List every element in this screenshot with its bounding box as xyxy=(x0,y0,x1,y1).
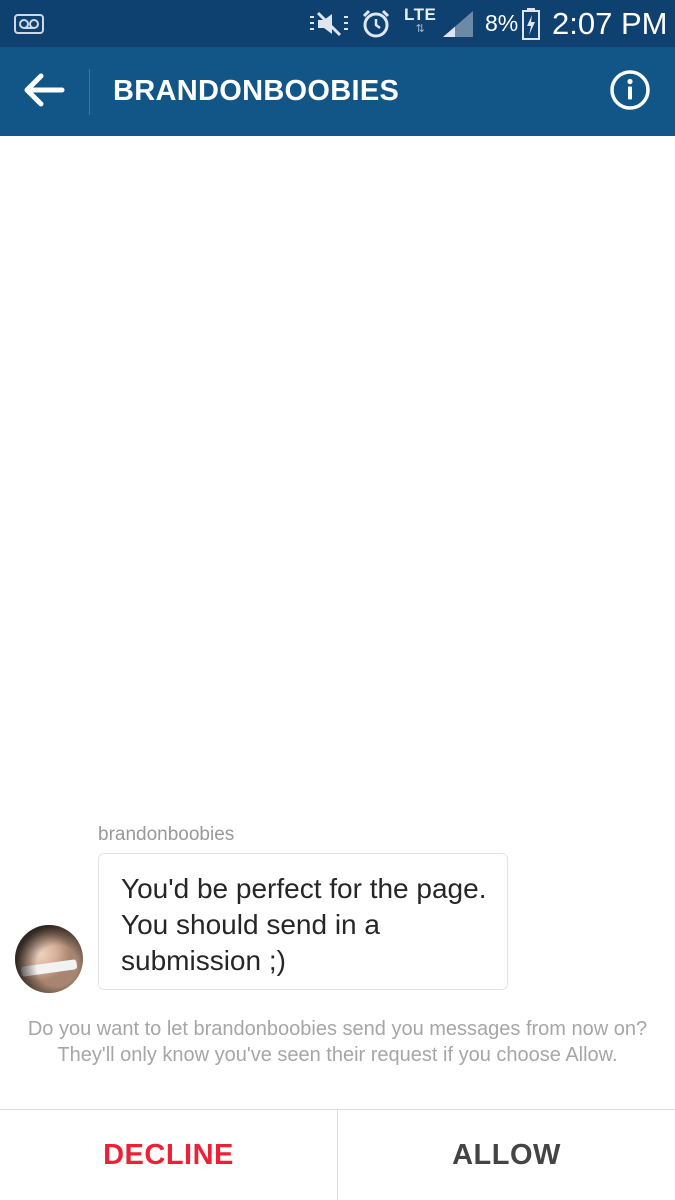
clock: 2:07 PM xyxy=(552,5,668,41)
status-bar: LTE ⇅ 8% 2:07 PM xyxy=(0,0,675,47)
request-actions: DECLINE ALLOW xyxy=(0,1109,675,1200)
back-arrow-icon xyxy=(22,72,66,113)
network-type: LTE xyxy=(404,5,437,24)
data-arrows-icon: ⇅ xyxy=(415,23,425,35)
avatar[interactable] xyxy=(15,925,83,993)
alarm-icon xyxy=(360,0,392,47)
message-sender-name: brandonboobies xyxy=(98,824,235,845)
network-indicator: LTE ⇅ xyxy=(404,6,436,35)
info-icon xyxy=(609,69,651,116)
mute-vibrate-icon xyxy=(306,0,352,47)
allow-button[interactable]: ALLOW xyxy=(338,1110,675,1200)
signal-icon xyxy=(441,0,475,47)
message-text: You'd be perfect for the page. You shoul… xyxy=(121,873,487,976)
battery-charging-icon xyxy=(522,0,540,47)
info-button[interactable] xyxy=(604,69,656,115)
app-header: BRANDONBOOBIES xyxy=(0,47,675,136)
decline-button[interactable]: DECLINE xyxy=(0,1110,338,1200)
conversation-title: BRANDONBOOBIES xyxy=(113,75,400,107)
header-divider xyxy=(89,69,90,115)
voicemail-icon xyxy=(14,0,44,47)
message-bubble[interactable]: You'd be perfect for the page. You shoul… xyxy=(98,853,508,990)
back-button[interactable] xyxy=(18,69,70,115)
battery-percent: 8% xyxy=(485,10,519,36)
message-request-prompt: Do you want to let brandonboobies send y… xyxy=(27,1018,648,1066)
